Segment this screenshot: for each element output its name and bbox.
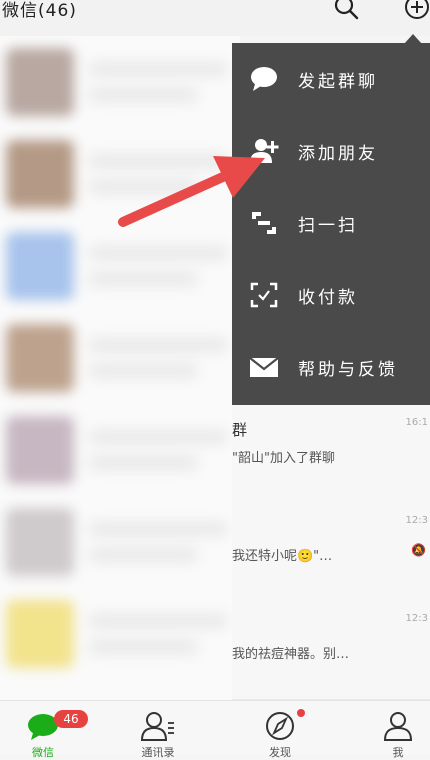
list-item[interactable] xyxy=(0,312,240,404)
chat-title: 群 xyxy=(232,421,248,439)
unread-badge: 46 xyxy=(54,710,88,728)
avatar xyxy=(6,508,74,576)
avatar xyxy=(6,48,74,116)
chat-preview: 我还特小呢🙂"… xyxy=(232,549,333,564)
menu-item-help-feedback[interactable]: 帮助与反馈 xyxy=(232,331,430,403)
blurred-text xyxy=(88,338,228,352)
menu-item-label: 收付款 xyxy=(298,288,358,308)
chat-list xyxy=(0,36,240,700)
menu-item-label: 发起群聊 xyxy=(298,72,378,92)
blurred-text xyxy=(88,246,228,260)
blurred-text xyxy=(88,62,228,76)
avatar xyxy=(6,600,74,668)
search-icon[interactable] xyxy=(333,0,359,20)
payment-scan-icon xyxy=(250,282,278,308)
avatar xyxy=(6,140,74,208)
blurred-text xyxy=(88,548,198,562)
blurred-text xyxy=(88,430,228,444)
chat-row[interactable]: 我还特小呢🙂"… 12:3 🔕 xyxy=(232,503,430,602)
blurred-text xyxy=(88,88,198,102)
chat-row[interactable]: 群 "韶山"加入了群聊 16:1 xyxy=(232,405,430,504)
menu-item-label: 帮助与反馈 xyxy=(298,360,398,380)
chat-time: 12:3 xyxy=(405,613,428,624)
tab-bar: 46 微信 通讯录 发现 我 xyxy=(0,700,430,759)
menu-item-payment[interactable]: 收付款 xyxy=(232,259,430,331)
tab-chats[interactable]: 46 微信 xyxy=(0,701,88,759)
list-item[interactable] xyxy=(0,404,240,496)
chat-bubble-icon xyxy=(251,67,277,91)
chat-time: 12:3 xyxy=(405,515,428,526)
menu-item-label: 添加朋友 xyxy=(298,144,378,164)
menu-item-group-chat[interactable]: 发起群聊 xyxy=(232,43,430,115)
tab-label: 我 xyxy=(392,746,404,759)
chat-preview: "韶山"加入了群聊 xyxy=(232,451,335,466)
mail-icon xyxy=(249,357,279,377)
blurred-text xyxy=(88,614,228,628)
blurred-text xyxy=(88,364,198,378)
chat-time: 16:1 xyxy=(405,417,428,428)
blurred-text xyxy=(88,456,198,470)
compass-icon xyxy=(266,712,294,740)
person-icon xyxy=(383,712,413,741)
blurred-text xyxy=(88,640,198,654)
top-bar: 微信(46) xyxy=(0,0,430,36)
chat-preview: 我的祛痘神器。别… xyxy=(232,647,350,662)
tab-discover[interactable]: 发现 xyxy=(237,701,323,759)
notification-dot xyxy=(297,709,305,717)
tab-me[interactable]: 我 xyxy=(355,701,430,759)
blurred-text xyxy=(88,272,198,286)
contacts-icon xyxy=(141,712,174,741)
chat-row[interactable]: 我的祛痘神器。别… 12:3 xyxy=(232,601,430,700)
tab-contacts[interactable]: 通讯录 xyxy=(115,701,201,759)
annotation-arrow xyxy=(118,156,265,227)
list-item[interactable] xyxy=(0,588,240,680)
tab-label: 发现 xyxy=(269,746,291,759)
tab-label: 微信 xyxy=(32,746,54,759)
avatar xyxy=(6,324,74,392)
avatar xyxy=(6,416,74,484)
list-item[interactable] xyxy=(0,496,240,588)
page-title: 微信(46) xyxy=(2,1,77,21)
blurred-text xyxy=(88,522,228,536)
avatar xyxy=(6,232,74,300)
list-item[interactable] xyxy=(0,36,240,128)
plus-circle-icon[interactable] xyxy=(403,0,430,21)
menu-item-label: 扫一扫 xyxy=(298,216,358,236)
tab-label: 通讯录 xyxy=(141,746,175,759)
mute-icon: 🔕 xyxy=(411,543,426,557)
